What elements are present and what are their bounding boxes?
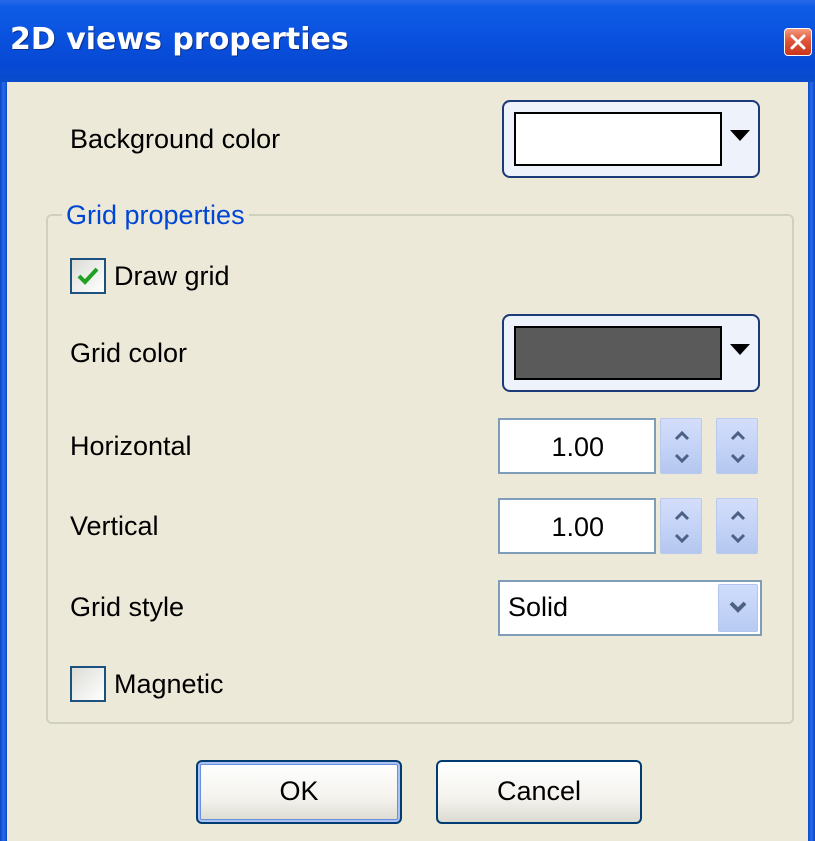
grid-style-select[interactable]: Solid: [498, 580, 762, 636]
grid-color-label: Grid color: [70, 338, 188, 368]
background-color-label: Background color: [70, 124, 281, 154]
horizontal-spacing-value: 1.00: [551, 432, 604, 462]
dropdown-arrow-icon: [730, 344, 750, 355]
spin-arrows-icon: [674, 430, 690, 464]
grid-properties-title: Grid properties: [62, 200, 249, 231]
close-icon: [790, 34, 806, 50]
spin-arrows-icon: [674, 510, 690, 544]
vertical-spin-button-1[interactable]: [660, 498, 702, 554]
background-color-picker[interactable]: [502, 100, 760, 178]
window-frame-right: [808, 82, 815, 841]
horizontal-spacing-input[interactable]: 1.00: [498, 418, 656, 474]
vertical-spin-button-2[interactable]: [716, 498, 758, 554]
magnetic-label: Magnetic: [114, 669, 224, 699]
draw-grid-label: Draw grid: [114, 261, 230, 291]
grid-style-dropdown-button[interactable]: [718, 584, 758, 632]
dialog-window: 2D views properties Background color Gri…: [0, 0, 815, 841]
window-frame-left: [0, 82, 7, 841]
magnetic-checkbox[interactable]: [70, 666, 106, 702]
background-color-swatch: [514, 112, 722, 166]
close-button[interactable]: [784, 28, 812, 56]
chevron-down-icon: [729, 601, 747, 613]
cancel-button[interactable]: Cancel: [436, 760, 642, 824]
grid-style-label: Grid style: [70, 592, 185, 622]
vertical-spacing-input[interactable]: 1.00: [498, 498, 656, 554]
draw-grid-checkbox[interactable]: [70, 258, 106, 294]
vertical-label: Vertical: [70, 511, 159, 541]
vertical-spacing-value: 1.00: [551, 512, 604, 542]
window-title: 2D views properties: [10, 22, 349, 57]
checkmark-icon: [77, 267, 99, 285]
horizontal-spin-button-1[interactable]: [660, 418, 702, 474]
ok-button[interactable]: OK: [196, 760, 402, 824]
horizontal-label: Horizontal: [70, 431, 192, 461]
spin-arrows-icon: [730, 430, 746, 464]
title-bar[interactable]: 2D views properties: [0, 0, 815, 82]
spin-arrows-icon: [730, 510, 746, 544]
grid-color-swatch: [514, 326, 722, 380]
grid-style-value: Solid: [508, 592, 569, 622]
dropdown-arrow-icon: [730, 130, 750, 141]
horizontal-spin-button-2[interactable]: [716, 418, 758, 474]
grid-color-picker[interactable]: [502, 314, 760, 392]
